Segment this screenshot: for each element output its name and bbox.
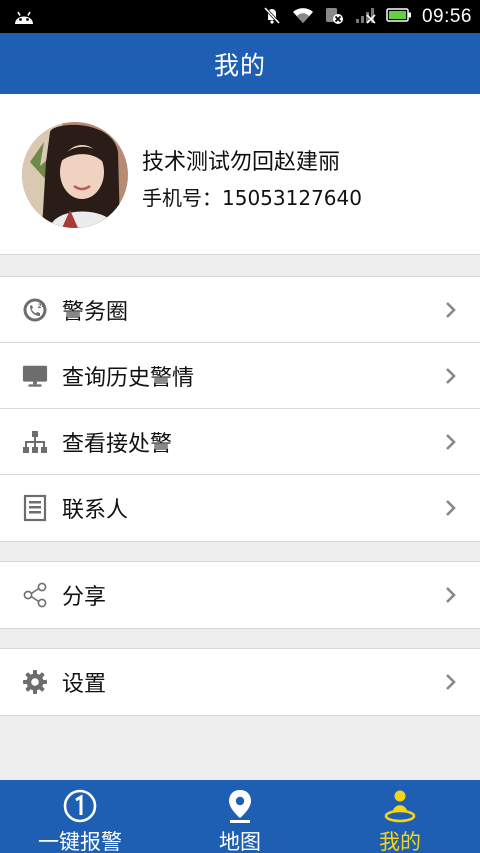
tab-map[interactable]: 地图 [160,780,320,853]
chevron-right-icon [444,585,458,605]
tab-label: 一键报警 [38,830,122,853]
menu-group-main: 24 警务圈 查询历史警情 查看接处警 联系人 [0,276,480,542]
chevron-right-icon [444,498,458,518]
menu-item-settings[interactable]: 设置 [0,649,480,715]
menu-item-label: 联系人 [62,498,129,523]
chevron-right-icon [444,672,458,692]
monitor-icon [22,363,48,389]
share-icon [22,582,48,608]
chevron-right-icon [444,432,458,452]
sim-icon [324,5,344,29]
svg-text:24: 24 [38,303,46,310]
tab-label: 我的 [379,830,421,853]
title-bar: 我的 [0,33,480,94]
menu-item-dispatch[interactable]: 查看接处警 [0,409,480,475]
gear-icon [22,669,48,695]
menu-item-share[interactable]: 分享 [0,562,480,628]
tab-mine[interactable]: 我的 [320,780,480,853]
user-phone: 手机号：15053127640 [142,186,362,210]
android-icon [12,6,36,26]
tab-one-key-alarm[interactable]: 一键报警 [0,780,160,853]
menu-group-settings: 设置 [0,648,480,716]
user-name: 技术测试勿回赵建丽 [142,150,341,175]
police-circle-icon: 24 [22,297,48,323]
status-bar: 09:56 [0,0,480,33]
chevron-right-icon [444,366,458,386]
status-time: 09:56 [421,5,472,27]
signal-icon [354,6,376,28]
org-chart-icon [22,429,48,455]
menu-item-label: 查看接处警 [62,431,173,457]
menu-item-label: 查询历史警情 [62,365,195,391]
page-title: 我的 [213,50,266,80]
person-icon [382,788,418,824]
map-pin-icon [222,788,258,824]
profile-card[interactable]: 技术测试勿回赵建丽 手机号：15053127640 [0,94,480,255]
menu-item-label: 分享 [62,585,107,610]
menu-item-label: 设置 [62,672,107,697]
mute-icon [262,5,282,29]
menu-item-label: 警务圈 [62,299,129,325]
contacts-icon [22,494,48,522]
chevron-right-icon [444,300,458,320]
tab-label: 地图 [219,830,261,853]
avatar[interactable] [22,122,128,228]
menu-group-share: 分享 [0,561,480,629]
alarm-icon [62,788,98,824]
menu-item-police-circle[interactable]: 24 警务圈 [0,277,480,343]
bottom-tab-bar: 一键报警 地图 我的 [0,780,480,853]
wifi-icon [292,6,314,28]
menu-item-history[interactable]: 查询历史警情 [0,343,480,409]
menu-item-contacts[interactable]: 联系人 [0,475,480,541]
battery-icon [386,7,412,27]
